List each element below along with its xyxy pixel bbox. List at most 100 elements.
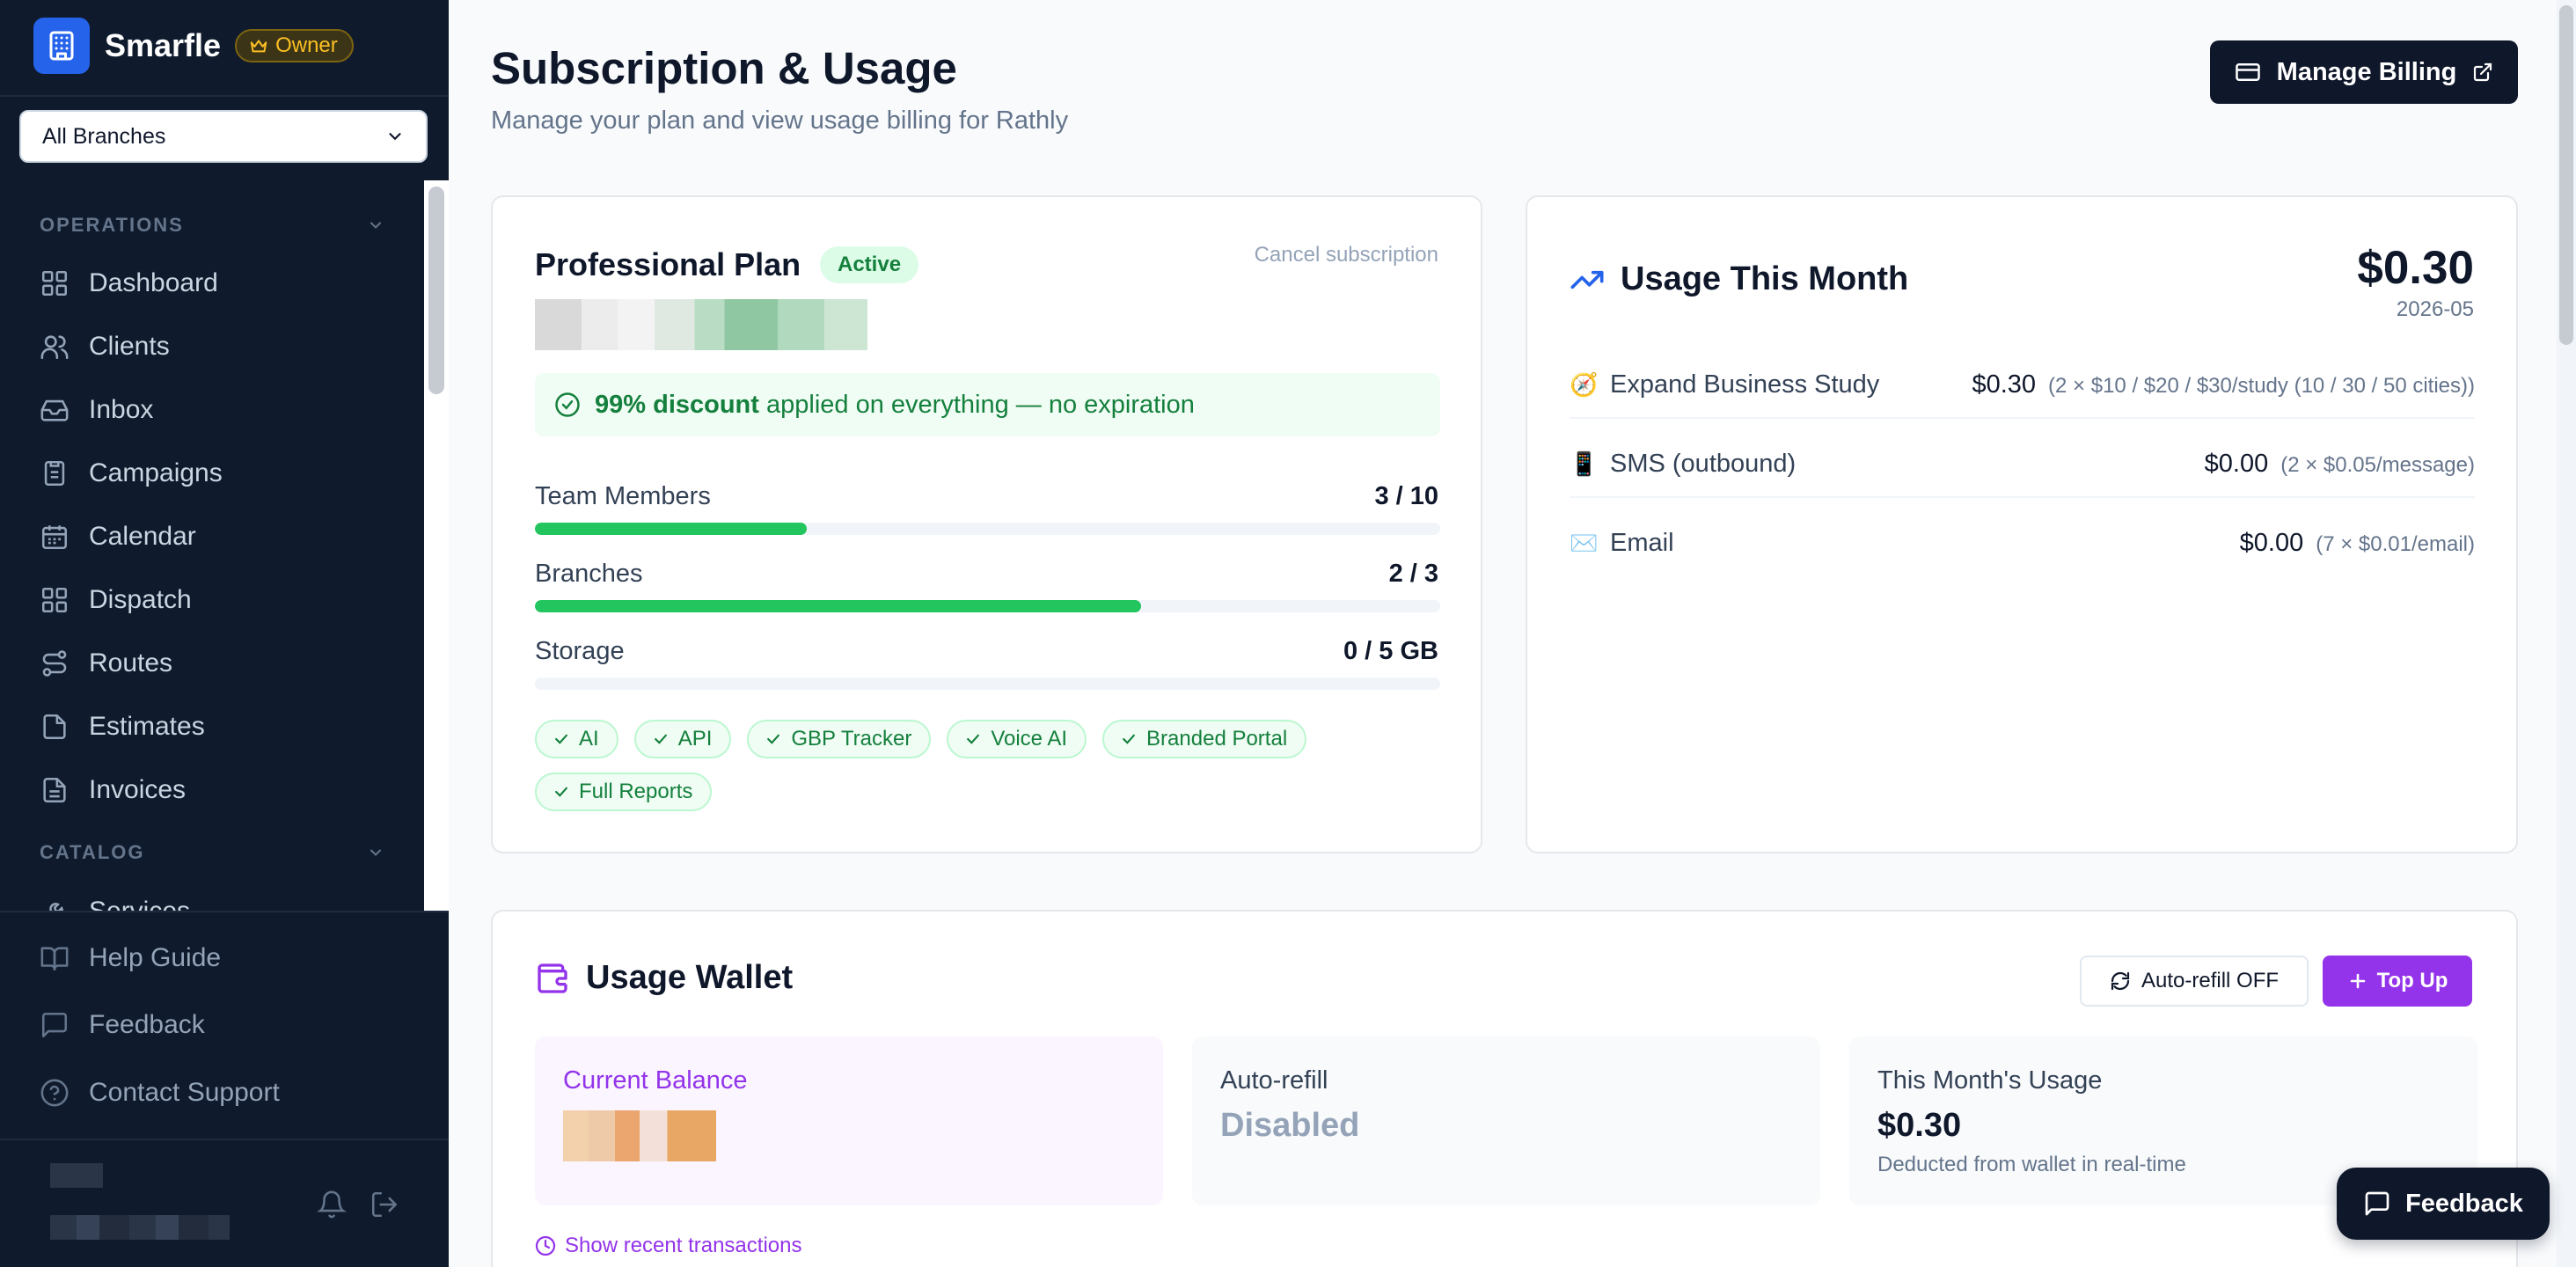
- main-content: Subscription & Usage Manage your plan an…: [449, 0, 2576, 1267]
- manage-billing-button[interactable]: Manage Billing: [2210, 40, 2518, 104]
- discount-amount: 99% discount: [595, 390, 759, 419]
- feature-label: API: [677, 727, 713, 751]
- help-guide-link[interactable]: Help Guide: [40, 936, 392, 980]
- meter-value-storage: 0 / 5 GB: [1343, 637, 1438, 665]
- usage-title: Usage This Month: [1570, 260, 1908, 298]
- sidebar-item-estimates[interactable]: Estimates: [40, 705, 392, 749]
- sidebar-item-dispatch[interactable]: Dispatch: [40, 578, 392, 622]
- feedback-floating-button[interactable]: Feedback: [2337, 1168, 2550, 1240]
- crown-icon: [249, 36, 268, 55]
- nav-section-label: OPERATIONS: [40, 214, 184, 236]
- auto-refill-status: Disabled: [1220, 1107, 1360, 1144]
- feature-badge-full-reports: Full Reports: [535, 773, 713, 811]
- sidebar-item-label: Clients: [89, 332, 170, 361]
- feature-label: Branded Portal: [1146, 727, 1288, 751]
- usage-row-label: Email: [1610, 528, 1674, 557]
- inbox-icon: [40, 395, 70, 425]
- sidebar-divider: [0, 95, 449, 97]
- auto-refill-tile: Auto-refill Disabled: [1192, 1036, 1820, 1205]
- chevron-down-icon: [367, 216, 384, 234]
- usage-row-divider: [1570, 417, 2475, 419]
- wallet-title-label: Usage Wallet: [586, 959, 794, 996]
- main-scrollbar-thumb[interactable]: [2559, 5, 2573, 345]
- nav-section-label: CATALOG: [40, 841, 145, 863]
- sidebar-divider: [0, 911, 449, 912]
- feedback-link[interactable]: Feedback: [40, 1003, 392, 1047]
- chevron-down-icon: [367, 844, 384, 861]
- feedback-floating-label: Feedback: [2405, 1189, 2523, 1218]
- mail-icon: ✉️: [1570, 529, 1599, 556]
- sidebar-item-clients[interactable]: Clients: [40, 325, 392, 369]
- clients-icon: [40, 332, 70, 362]
- sidebar-item-label: Inbox: [89, 395, 154, 424]
- current-balance-tile: Current Balance: [535, 1036, 1163, 1205]
- check-icon: [553, 783, 570, 801]
- show-transactions-label: Show recent transactions: [565, 1234, 802, 1257]
- top-up-button[interactable]: Top Up: [2323, 956, 2472, 1007]
- sidebar-item-dashboard[interactable]: Dashboard: [40, 261, 392, 305]
- feature-badge-ai: AI: [535, 720, 618, 758]
- usage-row-price: $0.30: [1972, 370, 2037, 399]
- meter-track-branches: [535, 600, 1440, 612]
- branch-select-value: All Branches: [42, 123, 166, 149]
- usage-row-label: SMS (outbound): [1610, 449, 1797, 478]
- owner-badge: Owner: [235, 29, 354, 62]
- trending-up-icon: [1570, 262, 1605, 297]
- usage-row-detail: (2 × $10 / $20 / $30/study (10 / 30 / 50…: [2048, 373, 2475, 398]
- meter-label-storage: Storage: [535, 637, 625, 665]
- sidebar-item-routes[interactable]: Routes: [40, 641, 392, 685]
- meter-label-branches: Branches: [535, 560, 643, 588]
- contact-support-label: Contact Support: [89, 1078, 280, 1107]
- sidebar-item-calendar[interactable]: Calendar: [40, 515, 392, 559]
- sidebar-item-invoices[interactable]: Invoices: [40, 768, 392, 812]
- feature-badge-branded-portal: Branded Portal: [1102, 720, 1307, 758]
- owner-badge-label: Owner: [275, 33, 338, 57]
- discount-text: 99% discount applied on everything — no …: [595, 391, 1195, 420]
- sidebar-item-label: Invoices: [89, 775, 187, 804]
- wallet-title: Usage Wallet: [535, 959, 793, 997]
- usage-row-label: Expand Business Study: [1610, 370, 1880, 399]
- meter-value-branches: 2 / 3: [1388, 560, 1438, 588]
- discount-banner: 99% discount applied on everything — no …: [535, 373, 1440, 436]
- brand-name: Smarfle: [105, 27, 222, 63]
- check-icon: [964, 730, 982, 748]
- usage-title-label: Usage This Month: [1621, 260, 1909, 297]
- usage-row-divider: [1570, 496, 2475, 498]
- nav-section-operations[interactable]: OPERATIONS: [40, 210, 384, 240]
- plan-name: Professional Plan: [535, 246, 801, 282]
- sidebar-item-inbox[interactable]: Inbox: [40, 388, 392, 432]
- sidebar-nav: OPERATIONS Dashboard Clients Inbox Campa…: [0, 180, 422, 911]
- check-icon: [765, 730, 782, 748]
- logout-icon[interactable]: [370, 1190, 401, 1221]
- sidebar-item-services[interactable]: Services: [40, 890, 392, 911]
- usage-row-price: $0.00: [2204, 449, 2269, 478]
- bell-icon[interactable]: [317, 1190, 348, 1221]
- usage-row-email: ✉️ Email $0.00 (7 × $0.01/email): [1570, 523, 2475, 563]
- current-balance-redacted: [563, 1110, 716, 1161]
- sidebar-item-label: Estimates: [89, 712, 205, 741]
- usage-row-sms: 📱 SMS (outbound) $0.00 (2 × $0.05/message…: [1570, 443, 2475, 484]
- plus-icon: [2347, 970, 2368, 992]
- sidebar-item-label: Campaigns: [89, 458, 223, 487]
- usage-total: $0.30: [2357, 242, 2474, 294]
- invoices-icon: [40, 775, 70, 805]
- auto-refill-toggle-button[interactable]: Auto-refill OFF: [2080, 956, 2309, 1007]
- show-transactions-link[interactable]: Show recent transactions: [535, 1234, 801, 1258]
- dashboard-icon: [40, 268, 70, 298]
- sidebar-item-label: Calendar: [89, 522, 196, 551]
- usage-row-price: $0.00: [2239, 528, 2304, 557]
- cancel-subscription-link[interactable]: Cancel subscription: [1255, 243, 1438, 267]
- brand[interactable]: Smarfle Owner: [33, 18, 354, 74]
- branch-select[interactable]: All Branches: [19, 110, 428, 163]
- contact-support-link[interactable]: Contact Support: [40, 1071, 392, 1115]
- feature-badge-api: API: [633, 720, 732, 758]
- check-icon: [1120, 730, 1138, 748]
- sidebar-item-campaigns[interactable]: Campaigns: [40, 451, 392, 495]
- feedback-label: Feedback: [89, 1010, 205, 1039]
- current-balance-label: Current Balance: [563, 1066, 748, 1095]
- page-title: Subscription & Usage: [491, 43, 957, 93]
- manage-billing-label: Manage Billing: [2276, 57, 2457, 86]
- sidebar-scrollbar-thumb[interactable]: [428, 187, 444, 394]
- nav-section-catalog[interactable]: CATALOG: [40, 838, 384, 868]
- help-guide-label: Help Guide: [89, 943, 222, 972]
